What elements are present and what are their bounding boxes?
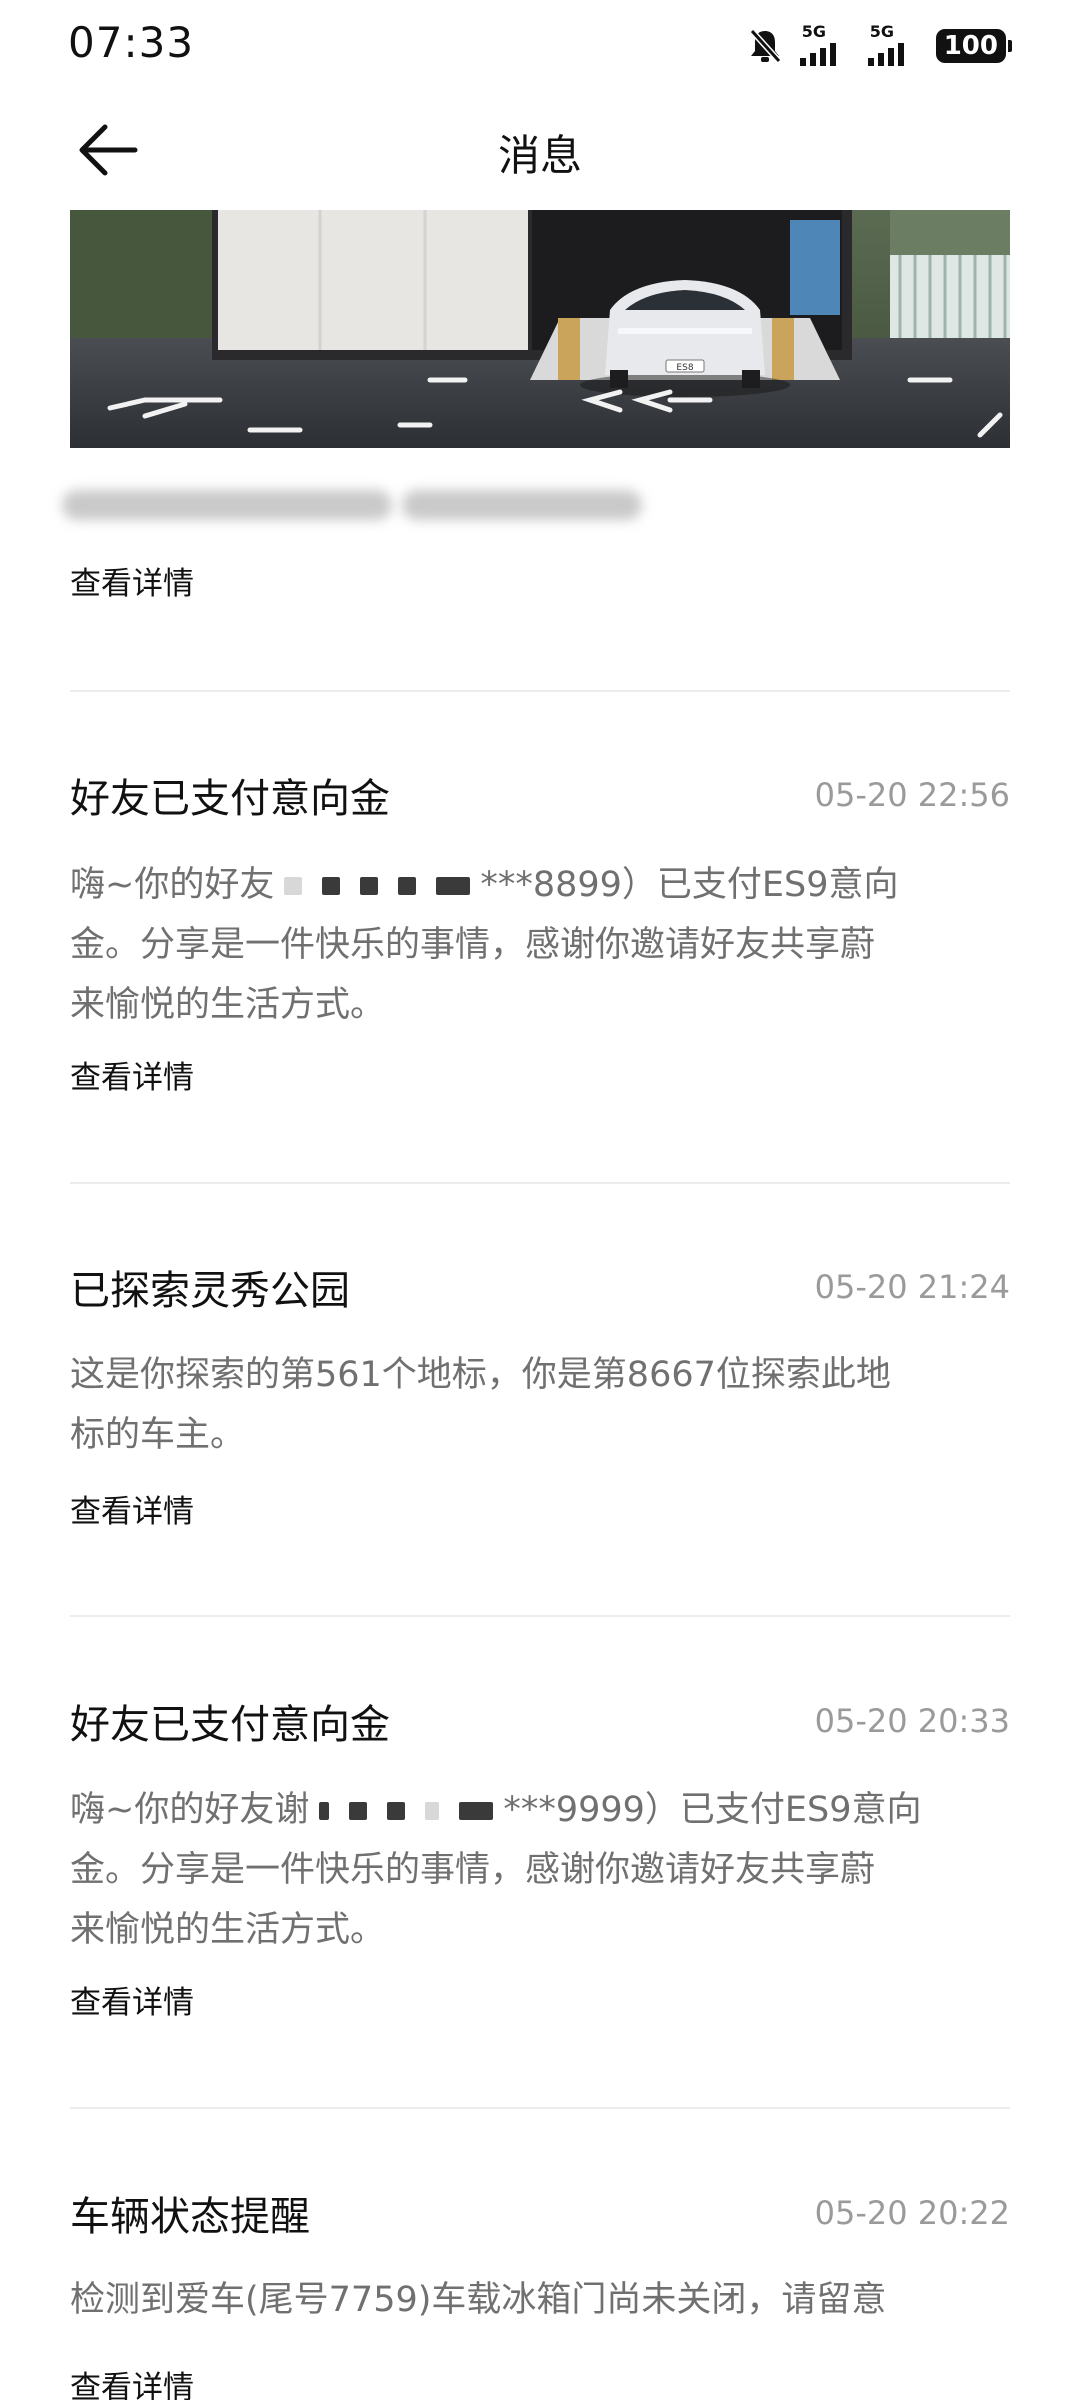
view-details-link[interactable]: 查看详情	[70, 558, 194, 603]
message-time: 05-20 20:22	[814, 2194, 1010, 2232]
message-body: 这是你探索的第561个地标，你是第8667位探索此地 标的车主。	[70, 1355, 891, 1455]
battery-level: 100	[935, 29, 1006, 63]
view-details-link[interactable]: 查看详情	[70, 1977, 194, 2022]
status-time: 07:33	[68, 18, 195, 67]
divider	[70, 1182, 1010, 1184]
bell-off-icon	[748, 27, 782, 65]
blurred-message-text	[62, 482, 672, 528]
page-title: 消息	[497, 131, 582, 180]
message-title: 车辆状态提醒	[70, 2194, 310, 2240]
divider	[70, 690, 1010, 692]
view-details-link[interactable]: 查看详情	[70, 1486, 194, 1531]
message-title: 好友已支付意向金	[70, 1702, 390, 1748]
message-body: 检测到爱车(尾号7759)车载冰箱门尚未关闭，请留意	[70, 2280, 887, 2320]
status-icons: 5G 5G 100	[748, 24, 1012, 68]
message-time: 05-20 20:33	[814, 1702, 1010, 1740]
network-type-label-secondary: 5G	[869, 22, 894, 41]
network-type-label: 5G	[801, 22, 826, 41]
view-details-link[interactable]: 查看详情	[70, 1052, 194, 1097]
divider	[70, 1615, 1010, 1617]
message-title: 已探索灵秀公园	[70, 1268, 350, 1314]
message-body: 嗨~你的好友 ***8899）已支付ES9意向 金。分享是一件快乐的事情，感谢你邀…	[70, 865, 899, 1025]
message-time: 05-20 22:56	[814, 776, 1010, 814]
message-time: 05-20 21:24	[814, 1268, 1010, 1306]
messages-screen: 07:33 5G 5G 100 消息 ES8 查看详情 好友已支付意向金 05-…	[0, 0, 1080, 2400]
message-body: 嗨~你的好友谢 ***9999）已支付ES9意向 金。分享是一件快乐的事情，感谢你…	[70, 1790, 922, 1950]
view-details-link[interactable]: 查看详情	[70, 2362, 194, 2400]
signal-icon-secondary: 5G	[867, 22, 918, 68]
signal-icon: 5G	[799, 22, 850, 68]
message-title: 好友已支付意向金	[70, 776, 390, 822]
status-bar: 07:33 5G 5G 100	[0, 0, 1080, 95]
car-badge: ES8	[676, 363, 693, 373]
nav-bar: 消息	[0, 100, 1080, 200]
divider	[70, 2107, 1010, 2109]
battery-icon: 100	[935, 29, 1012, 63]
hero-image[interactable]: ES8	[70, 210, 1010, 448]
